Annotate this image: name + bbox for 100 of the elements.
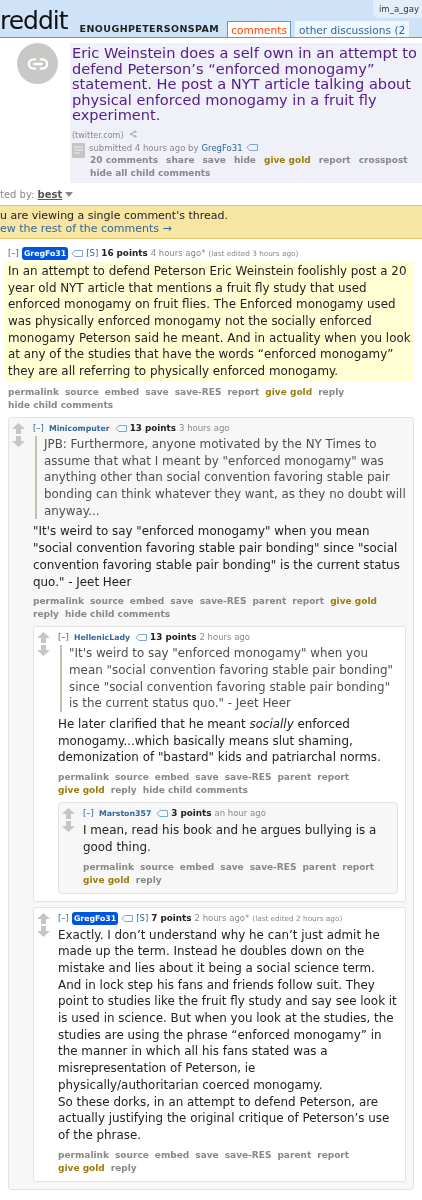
view-all-comments-link[interactable]: ew the rest of the comments →	[0, 221, 422, 235]
comment-time: 3 hours ago	[179, 421, 230, 435]
comment-action-link[interactable]: reply	[110, 1161, 137, 1175]
comment-action-link[interactable]: hide child comments	[142, 784, 248, 798]
comment-action-link[interactable]: reply	[318, 385, 345, 399]
comment-text: Exactly. I don’t understand why he can’t just admit he made up the term. Instead he doubles down on the mistake and lies about it being a social science term. And in lock step his fans and friends follow suit. They point to studies like the fruit fly study and say see look it is used in science. But when you look at the studies, the studies are using the phrase “enforced monogamy” in the manner in which all his fans stated was a misrepresentation of Peterson, ie physically/authoritarian coerced monogamy. So these dorks, in an attempt to defend Peterson, are actually justifying the original critique of Peterson’s use of the phrase.	[58, 926, 398, 1144]
comment-text: "It's weird to say "enforced monogamy" when you mean "social convention favoring stable pair bonding" since "social convention favoring stable pair bonding" is the current status quo." - Jeet Heer	[33, 523, 401, 591]
comment-action-link[interactable]: give gold	[265, 385, 313, 399]
downvote-arrow-icon[interactable]	[37, 645, 50, 657]
comment-action-link[interactable]: reply	[33, 608, 59, 622]
comment-action-link[interactable]: source	[115, 771, 149, 785]
comment-action-link[interactable]: embed	[104, 385, 140, 399]
comment-action-link[interactable]: save	[170, 595, 194, 609]
comment-action-link[interactable]: permalink	[8, 385, 59, 399]
comment-action-link[interactable]: give gold	[58, 784, 105, 798]
comment-action-link[interactable]: reply	[135, 873, 162, 887]
comment-action-link[interactable]: permalink	[83, 860, 134, 874]
comment-action-link[interactable]: embed	[154, 771, 190, 785]
post-action-link[interactable]: report	[318, 153, 351, 166]
comment-action-link[interactable]: report	[227, 385, 260, 399]
comment-action-link[interactable]: report	[342, 860, 375, 874]
tab[interactable]: comments	[227, 21, 291, 37]
tab[interactable]: other discussions (2	[295, 21, 410, 37]
comment-action-link[interactable]: report	[317, 771, 350, 785]
post-action-link[interactable]: save	[202, 153, 226, 166]
comment-quote: "It's weird to say "enforced monogamy" when you mean "social convention favoring stable pair bonding" since "social convention favoring stable pair bonding" is the current status quo." - Jeet Heer	[60, 645, 398, 713]
comment-action-link[interactable]: give gold	[330, 595, 377, 609]
tag-icon	[156, 810, 169, 818]
post-domain[interactable]: (twitter.com)	[72, 130, 124, 140]
collapse-toggle[interactable]: [–]	[83, 807, 94, 821]
post-action-link[interactable]: share	[166, 153, 195, 166]
comment-action-link[interactable]: embed	[129, 595, 165, 609]
comment-points: 3 points	[171, 807, 212, 821]
comment-action-link[interactable]: save	[220, 860, 244, 874]
tag-icon	[121, 914, 134, 922]
comment-action-link[interactable]: save-RES	[224, 771, 272, 785]
comment-action-link[interactable]: give gold	[83, 873, 130, 887]
comment-action-link[interactable]: embed	[154, 1148, 190, 1162]
post-action-link[interactable]: give gold	[263, 153, 311, 166]
comment-action-link[interactable]: save	[145, 385, 169, 399]
comment-action-link[interactable]: report	[317, 1148, 350, 1162]
site-logo[interactable]: reddit	[0, 8, 68, 33]
tag-icon	[245, 144, 258, 152]
comment-quote: JPB: Furthermore, anyone motivated by the NY Times to assume that what I meant by "enforced monogamy" was anything other than social convention favoring stable pair bonding can think whatever they want, as they no doubt will anyway...	[35, 435, 406, 520]
comment-action-link[interactable]: embed	[179, 860, 215, 874]
subreddit-name[interactable]: ENOUGHPETERSONSPAM	[79, 23, 220, 34]
collapse-toggle[interactable]: [–]	[58, 631, 69, 645]
expando-icon[interactable]	[72, 142, 85, 158]
comment-time: 4 hours ago*	[150, 246, 206, 260]
comment-text: I mean, read his book and he argues bullying is a good thing.	[83, 822, 378, 856]
downvote-arrow-icon[interactable]	[62, 821, 75, 833]
comment-action-link[interactable]: save-RES	[249, 860, 297, 874]
comment-action-link[interactable]: parent	[252, 595, 287, 609]
comment-action-link[interactable]: give gold	[58, 1161, 105, 1175]
post-action-link[interactable]: hide	[233, 153, 256, 166]
comment-action-link[interactable]: save-RES	[199, 595, 247, 609]
comment-action-link[interactable]: permalink	[58, 771, 109, 785]
comment-points: 7 points	[151, 911, 192, 925]
comment-points: 13 points	[129, 421, 176, 435]
post-action-link[interactable]: crosspost	[358, 153, 408, 166]
comment-text: In an attempt to defend Peterson Eric Weinstein foolishly post a 20 year old NYT article that mentions a fruit fly study that used enforced monogamy on fruit flies. The Enforced monogamy used was physically enforced monogamy not the socially enforced monogamy Peterson said he meant. And in actuality when you look at any of the studies that have the words “enforced monogamy” they are all referring to physically enforced monogamy.	[4, 261, 414, 381]
comment-action-link[interactable]: save	[195, 1148, 219, 1162]
username[interactable]: im_a_gay	[373, 0, 422, 18]
tag-icon	[114, 424, 127, 432]
comment-action-link[interactable]: source	[115, 1148, 149, 1162]
comment-action-link[interactable]: reply	[110, 784, 137, 798]
upvote-arrow-icon[interactable]	[62, 808, 75, 820]
caret-icon[interactable]	[65, 191, 74, 197]
upvote-arrow-icon[interactable]	[37, 912, 50, 924]
post-action-link[interactable]: 20 comments	[90, 153, 159, 166]
tag-icon	[135, 634, 148, 642]
sort-dropdown[interactable]: best	[37, 188, 63, 200]
comment-action-link[interactable]: save-RES	[174, 385, 222, 399]
collapse-toggle[interactable]: [–]	[8, 246, 19, 260]
comment-action-link[interactable]: hide child comments	[64, 608, 171, 622]
comment-action-link[interactable]: parent	[277, 771, 312, 785]
upvote-arrow-icon[interactable]	[12, 422, 25, 434]
comment-action-link[interactable]: save-RES	[224, 1148, 272, 1162]
notice-text: u are viewing a single comment's thread.	[0, 208, 229, 222]
post-author[interactable]: GregFo31	[201, 141, 243, 154]
comment-action-link[interactable]: source	[140, 860, 174, 874]
post-action-link[interactable]: hide all child comments	[90, 166, 211, 179]
submitter-tag: [S]	[136, 911, 149, 925]
comment-action-link[interactable]: parent	[302, 860, 337, 874]
comment-action-link[interactable]: parent	[277, 1148, 312, 1162]
collapse-toggle[interactable]: [–]	[33, 421, 44, 435]
comment-points: 13 points	[150, 631, 197, 645]
comment-action-link[interactable]: hide child comments	[8, 398, 114, 412]
downvote-arrow-icon[interactable]	[12, 435, 25, 447]
comment-action-link[interactable]: permalink	[33, 595, 84, 609]
comment-action-link[interactable]: permalink	[58, 1148, 109, 1162]
comment-action-link[interactable]: save	[195, 771, 219, 785]
comment-action-link[interactable]: source	[65, 385, 99, 399]
collapse-toggle[interactable]: [–]	[58, 911, 69, 925]
post-title[interactable]: Eric Weinstein does a self own in an attempt to defend Peterson’s “enforced monogamy” statement. He post a NYT article talking about physical enforced monogamy in a fruit fly experiment.	[72, 45, 422, 123]
comment-action-link[interactable]: report	[292, 595, 325, 609]
downvote-arrow-icon[interactable]	[37, 925, 50, 937]
upvote-arrow-icon[interactable]	[37, 632, 50, 644]
comment-action-link[interactable]: source	[90, 595, 124, 609]
link-thumbnail[interactable]	[17, 43, 58, 84]
